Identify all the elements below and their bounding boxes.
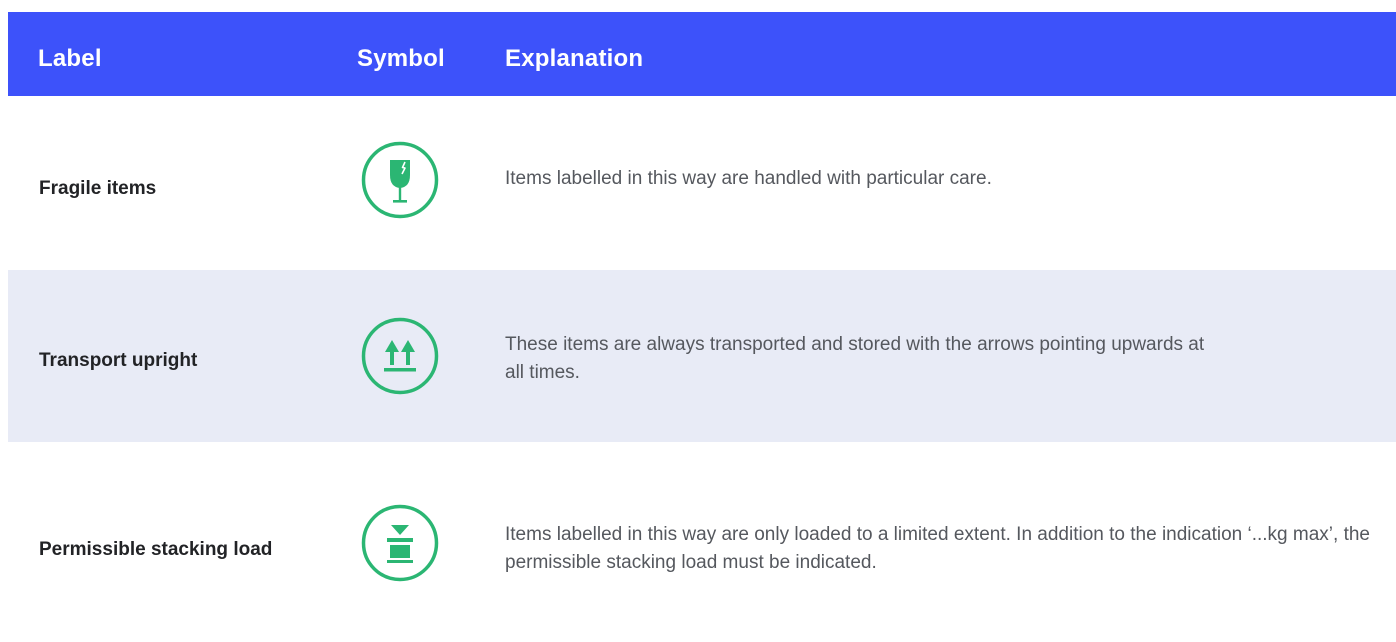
this-way-up-arrows-icon — [361, 317, 439, 395]
stacking-load-icon — [361, 504, 439, 582]
row-explanation: Items labelled in this way are only load… — [505, 524, 1370, 573]
table-row: Permissible stacking load Items labelled… — [8, 442, 1396, 642]
table-row: Fragile items Items labelled in this way… — [8, 96, 1396, 270]
table-row: Transport upright These items are always… — [8, 270, 1396, 442]
header-explanation: Explanation — [505, 45, 644, 72]
row-label: Permissible stacking load — [39, 539, 273, 560]
fragile-glass-icon — [361, 141, 439, 219]
row-explanation: Items labelled in this way are handled w… — [505, 168, 992, 189]
shipping-labels-table: Label Symbol Explanation Fragile items I… — [8, 12, 1396, 642]
row-explanation: These items are always transported and s… — [505, 334, 1205, 383]
header-symbol: Symbol — [357, 45, 445, 72]
row-label: Transport upright — [39, 350, 198, 371]
row-label: Fragile items — [39, 178, 157, 199]
table-header: Label Symbol Explanation — [8, 12, 1396, 96]
header-label: Label — [38, 45, 102, 72]
